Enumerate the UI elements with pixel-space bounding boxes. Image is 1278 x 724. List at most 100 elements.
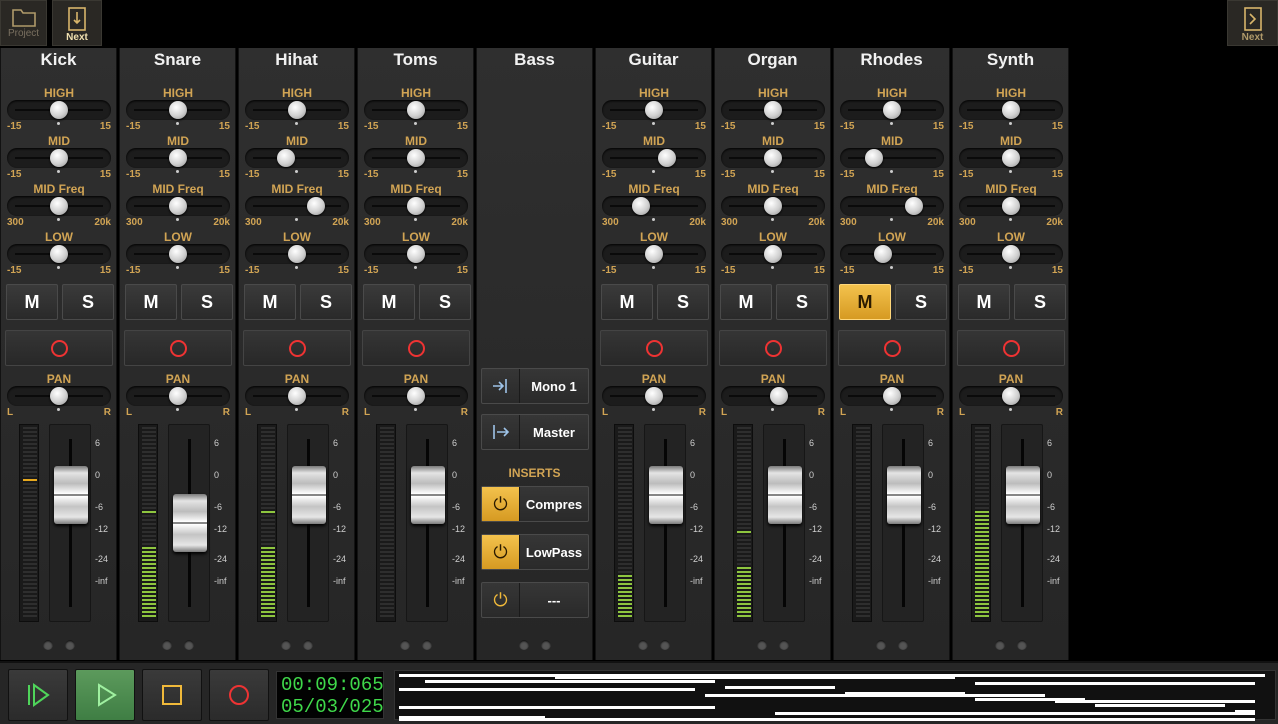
record-arm-button[interactable] [957,330,1065,366]
eq-mid-knob[interactable]: MID -15 15 [719,134,827,182]
insert-slot-3[interactable]: ⏻ --- [481,582,589,618]
eq-low-knob[interactable]: LOW -15 15 [124,230,232,278]
eq-low-handle[interactable] [764,245,782,263]
pan-handle[interactable] [50,387,68,405]
eq-mid-handle[interactable] [169,149,187,167]
volume-fader[interactable] [763,424,805,622]
solo-button[interactable]: S [62,284,114,320]
solo-button[interactable]: S [776,284,828,320]
eq-low-knob[interactable]: LOW -15 15 [600,230,708,278]
eq-mid-freq-handle[interactable] [905,197,923,215]
pan-knob[interactable]: PAN L R [5,372,113,420]
solo-button[interactable]: S [419,284,471,320]
fader-cap[interactable] [411,466,445,525]
eq-mid-handle[interactable] [277,149,296,167]
eq-mid-freq-knob[interactable]: MID Freq 300 20k [362,182,470,230]
eq-mid-freq-knob[interactable]: MID Freq 300 20k [957,182,1065,230]
eq-mid-freq-handle[interactable] [1002,197,1020,215]
eq-mid-handle[interactable] [658,149,677,167]
solo-button[interactable]: S [895,284,947,320]
mute-button[interactable]: M [244,284,296,320]
eq-high-handle[interactable] [407,101,425,119]
power-icon[interactable]: ⏻ [482,535,520,569]
mute-button[interactable]: M [958,284,1010,320]
eq-mid-freq-knob[interactable]: MID Freq 300 20k [600,182,708,230]
volume-fader[interactable] [287,424,329,622]
record-arm-button[interactable] [838,330,946,366]
eq-mid-freq-handle[interactable] [407,197,425,215]
eq-mid-freq-handle[interactable] [631,197,650,215]
stop-button[interactable] [142,669,202,721]
insert-slot-2[interactable]: ⏻ LowPass [481,534,589,570]
eq-low-handle[interactable] [50,245,68,263]
rewind-button[interactable] [8,669,68,721]
mute-button[interactable]: M [601,284,653,320]
eq-high-handle[interactable] [169,101,187,119]
volume-fader[interactable] [644,424,686,622]
eq-mid-freq-handle[interactable] [764,197,782,215]
pan-handle[interactable] [770,387,789,405]
eq-low-handle[interactable] [288,245,306,263]
eq-mid-freq-knob[interactable]: MID Freq 300 20k [719,182,827,230]
mute-button[interactable]: M [125,284,177,320]
input-route-button[interactable]: Mono 1 [481,368,589,404]
fader-cap[interactable] [768,466,802,525]
song-overview[interactable] [394,670,1276,721]
eq-mid-freq-handle[interactable] [307,197,326,215]
next-button-right[interactable]: Next [1227,0,1278,46]
eq-mid-freq-handle[interactable] [50,197,68,215]
eq-mid-knob[interactable]: MID -15 15 [243,134,351,182]
pan-knob[interactable]: PAN L R [957,372,1065,420]
eq-mid-knob[interactable]: MID -15 15 [124,134,232,182]
eq-mid-knob[interactable]: MID -15 15 [957,134,1065,182]
pan-knob[interactable]: PAN L R [124,372,232,420]
pan-handle[interactable] [288,387,306,405]
solo-button[interactable]: S [300,284,352,320]
eq-high-handle[interactable] [883,101,901,119]
eq-low-knob[interactable]: LOW -15 15 [5,230,113,278]
mute-button[interactable]: M [363,284,415,320]
mute-button[interactable]: M [839,284,891,320]
eq-mid-freq-knob[interactable]: MID Freq 300 20k [243,182,351,230]
project-button[interactable]: Project [0,0,47,46]
eq-low-knob[interactable]: LOW -15 15 [957,230,1065,278]
pan-handle[interactable] [169,387,187,405]
eq-mid-knob[interactable]: MID -15 15 [5,134,113,182]
mute-button[interactable]: M [6,284,58,320]
output-route-button[interactable]: Master [481,414,589,450]
eq-low-handle[interactable] [645,245,663,263]
pan-handle[interactable] [645,387,663,405]
fader-cap[interactable] [1006,466,1040,525]
fader-cap[interactable] [649,466,683,525]
pan-knob[interactable]: PAN L R [719,372,827,420]
volume-fader[interactable] [882,424,924,622]
eq-mid-handle[interactable] [50,149,68,167]
eq-mid-freq-knob[interactable]: MID Freq 300 20k [124,182,232,230]
pan-knob[interactable]: PAN L R [600,372,708,420]
record-button[interactable] [209,669,269,721]
solo-button[interactable]: S [1014,284,1066,320]
eq-high-knob[interactable]: HIGH -15 15 [600,86,708,134]
fader-cap[interactable] [887,466,921,525]
power-icon[interactable]: ⏻ [482,583,520,617]
volume-fader[interactable] [168,424,210,622]
eq-low-knob[interactable]: LOW -15 15 [243,230,351,278]
eq-mid-handle[interactable] [1002,149,1020,167]
play-button[interactable] [75,669,135,721]
eq-high-knob[interactable]: HIGH -15 15 [124,86,232,134]
fader-cap[interactable] [54,466,88,525]
fader-cap[interactable] [292,466,326,525]
eq-mid-freq-knob[interactable]: MID Freq 300 20k [5,182,113,230]
record-arm-button[interactable] [719,330,827,366]
eq-high-knob[interactable]: HIGH -15 15 [838,86,946,134]
volume-fader[interactable] [1001,424,1043,622]
eq-mid-knob[interactable]: MID -15 15 [362,134,470,182]
record-arm-button[interactable] [5,330,113,366]
eq-low-handle[interactable] [874,245,893,263]
solo-button[interactable]: S [181,284,233,320]
insert-slot-1[interactable]: ⏻ Compres [481,486,589,522]
eq-mid-handle[interactable] [764,149,782,167]
eq-low-knob[interactable]: LOW -15 15 [362,230,470,278]
record-arm-button[interactable] [362,330,470,366]
eq-low-handle[interactable] [407,245,425,263]
